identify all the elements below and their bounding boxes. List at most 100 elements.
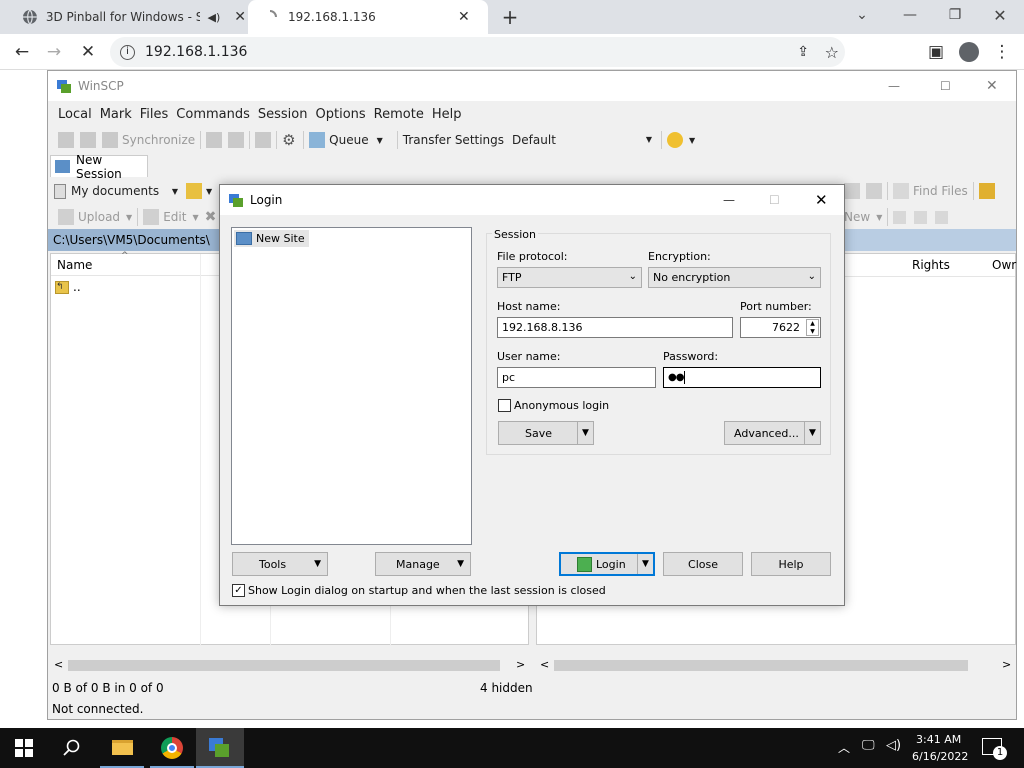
login-button[interactable]: Login ▼ <box>559 552 655 576</box>
menu-remote[interactable]: Remote <box>370 107 428 122</box>
menu-icon[interactable]: ⋮ <box>988 38 1016 66</box>
browser-tab-pinball[interactable]: 3D Pinball for Windows - Sp ◀) ✕ <box>10 0 246 34</box>
location-select[interactable]: My documents ▼ <box>54 183 178 199</box>
menu-options[interactable]: Options <box>312 107 370 122</box>
new-tab-button[interactable]: + <box>498 0 522 34</box>
console-icon[interactable] <box>206 132 223 148</box>
column-owner[interactable]: Owr <box>992 258 1016 272</box>
chevron-down-icon[interactable]: ▼ <box>804 422 820 444</box>
back-button[interactable]: ← <box>8 38 36 66</box>
scrollbar-thumb[interactable] <box>554 660 968 671</box>
site-tree-item-new-site[interactable]: New Site <box>234 230 309 247</box>
user-name-input[interactable]: pc <box>497 367 656 388</box>
upload-button[interactable]: Upload <box>78 210 120 224</box>
close-icon[interactable]: ✕ <box>234 9 246 25</box>
transfer-settings-select[interactable]: Default ▼ <box>510 130 656 150</box>
column-name[interactable]: Name <box>57 258 92 272</box>
site-tree[interactable]: New Site <box>231 227 472 545</box>
scroll-right-icon[interactable]: > <box>1002 658 1011 671</box>
select-icon[interactable] <box>893 210 907 224</box>
new-button[interactable]: New <box>844 210 870 224</box>
tab-search-icon[interactable]: ⌄ <box>840 0 884 30</box>
tree-icon[interactable] <box>978 183 995 199</box>
find-files-button[interactable]: Find Files <box>913 184 968 198</box>
queue-button[interactable]: Queue <box>329 133 368 147</box>
refresh-icon[interactable] <box>866 183 882 199</box>
url-field[interactable]: i 192.168.1.136 ⇪ ☆ <box>110 37 845 67</box>
spin-buttons-icon[interactable]: ▲ ▼ <box>806 319 819 336</box>
advanced-button[interactable]: Advanced... ▼ <box>724 421 821 445</box>
transfer-icon[interactable] <box>255 132 272 148</box>
clock-date[interactable]: 6/16/2022 <box>912 750 968 763</box>
scroll-left-icon[interactable]: < <box>54 658 63 671</box>
remote-path-bar[interactable] <box>845 229 1016 251</box>
minimize-icon[interactable]: — <box>888 0 932 30</box>
windows-start-icon[interactable] <box>15 739 33 757</box>
edit-icon[interactable] <box>143 209 160 225</box>
menu-help[interactable]: Help <box>428 107 466 122</box>
tab-new-session[interactable]: New Session <box>50 153 148 181</box>
chevron-down-icon[interactable]: ▼ <box>577 422 593 444</box>
putty-icon[interactable] <box>228 132 245 148</box>
info-icon[interactable]: i <box>120 44 135 60</box>
search-icon[interactable] <box>63 739 81 757</box>
notification-icon[interactable]: 1 <box>982 738 1007 760</box>
menu-files[interactable]: Files <box>136 107 173 122</box>
stop-button[interactable]: ✕ <box>74 38 102 66</box>
menu-local[interactable]: Local <box>54 107 96 122</box>
unselect-icon[interactable] <box>914 210 928 224</box>
local-horizontal-scrollbar[interactable]: < > <box>50 657 529 674</box>
profile-icon[interactable] <box>955 38 983 66</box>
forward-button[interactable]: → <box>40 38 68 66</box>
save-button[interactable]: Save ▼ <box>498 421 594 445</box>
tools-button[interactable]: Tools ▼ <box>232 552 328 576</box>
restore-icon[interactable]: ❐ <box>933 0 977 30</box>
column-rights[interactable]: Rights <box>912 258 950 272</box>
star-icon[interactable]: ☆ <box>825 43 839 62</box>
chevron-down-icon[interactable]: ▼ <box>637 554 653 574</box>
share-icon[interactable]: ⇪ <box>797 44 809 60</box>
edit-button[interactable]: Edit <box>163 210 186 224</box>
close-icon[interactable]: ✕ <box>815 191 828 209</box>
file-explorer-icon[interactable] <box>100 728 144 768</box>
close-window-icon[interactable]: ✕ <box>978 0 1022 30</box>
sync-browse-icon[interactable] <box>80 132 96 148</box>
scrollbar-thumb[interactable] <box>68 660 500 671</box>
compare-icon[interactable] <box>58 132 74 148</box>
show-login-checkbox[interactable]: ✓ Show Login dialog on startup and when … <box>232 584 606 597</box>
home-icon[interactable] <box>844 183 860 199</box>
gear-icon[interactable]: ⚙ <box>282 132 298 148</box>
network-icon[interactable]: 🖵 <box>862 738 875 753</box>
speaker-icon[interactable]: ◀) <box>208 11 221 24</box>
chevron-up-icon[interactable]: ︿ <box>838 739 850 756</box>
encryption-select[interactable]: No encryption ⌄ <box>648 267 821 288</box>
volume-icon[interactable]: ◁) <box>886 738 901 753</box>
winscp-taskbar-icon[interactable] <box>196 728 244 768</box>
anonymous-login-checkbox[interactable]: Anonymous login <box>498 399 609 412</box>
close-icon[interactable]: ✕ <box>458 9 470 25</box>
menu-session[interactable]: Session <box>254 107 312 122</box>
queue-icon[interactable] <box>309 132 326 148</box>
host-name-input[interactable]: 192.168.8.136 <box>497 317 733 338</box>
chrome-icon[interactable] <box>150 728 194 768</box>
synchronize-button[interactable]: Synchronize <box>122 133 195 147</box>
open-folder-icon[interactable] <box>186 183 202 199</box>
file-protocol-select[interactable]: FTP ⌄ <box>497 267 642 288</box>
manage-button[interactable]: Manage ▼ <box>375 552 471 576</box>
globe-refresh-icon[interactable] <box>667 132 684 148</box>
find-icon[interactable] <box>893 183 909 199</box>
maximize-icon[interactable]: ☐ <box>940 79 951 93</box>
side-panel-icon[interactable]: ▣ <box>922 38 950 66</box>
remote-horizontal-scrollbar[interactable]: < > <box>536 657 1016 674</box>
filter-icon[interactable] <box>935 210 949 224</box>
delete-icon[interactable]: ✖ <box>205 209 217 225</box>
close-icon[interactable]: ✕ <box>986 78 998 94</box>
list-item[interactable]: ↰ .. <box>55 280 81 294</box>
password-input[interactable]: ●● <box>663 367 821 388</box>
clock-time[interactable]: 3:41 AM <box>916 733 961 746</box>
upload-icon[interactable] <box>58 209 74 225</box>
minimize-icon[interactable]: — <box>888 79 900 93</box>
synchronize-icon[interactable] <box>102 132 118 148</box>
scroll-right-icon[interactable]: > <box>516 658 525 671</box>
menu-mark[interactable]: Mark <box>96 107 136 122</box>
